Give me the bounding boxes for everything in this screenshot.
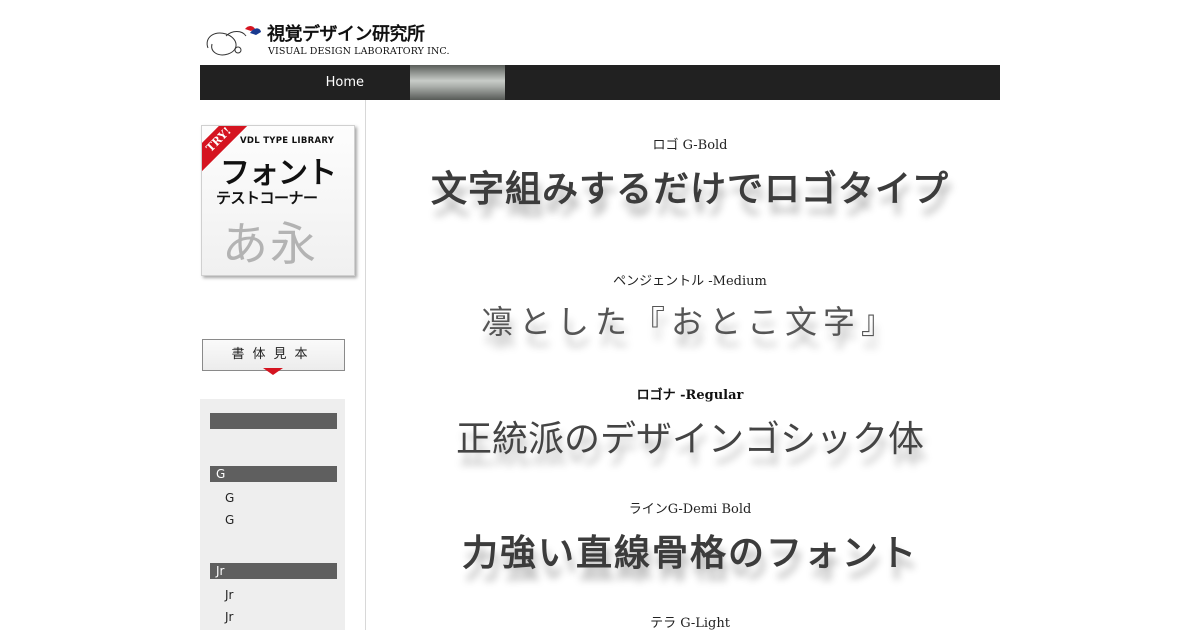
logo-text-jp: 視覚デザイン研究所 xyxy=(267,24,425,45)
font-sample-text[interactable]: 力強い直線骨格のフォント xyxy=(390,524,990,576)
sidebar-font-item[interactable]: G xyxy=(225,491,234,505)
column-divider xyxy=(365,100,366,630)
nav-home-link[interactable]: Home xyxy=(200,65,410,100)
sidebar-font-item[interactable]: Jr xyxy=(225,610,233,624)
main-nav: Home xyxy=(200,65,1000,100)
font-test-banner[interactable]: TRY! VDL TYPE LIBRARY フォント テストコーナー あ永 xyxy=(201,125,355,276)
logo-mark-icon xyxy=(206,26,261,56)
banner-title: フォント xyxy=(220,156,337,191)
page: 視覚デザイン研究所 VISUAL DESIGN LABORATORY INC. … xyxy=(0,0,1200,631)
banner-sample-glyphs: あ永 xyxy=(222,217,318,271)
site-logo[interactable]: 視覚デザイン研究所 VISUAL DESIGN LABORATORY INC. xyxy=(204,18,449,62)
font-name-label: ラインG-Demi Bold xyxy=(628,502,752,517)
dropdown-arrow-icon xyxy=(263,368,283,375)
font-samples-button[interactable]: 書体見本 xyxy=(202,339,345,371)
banner-subtitle: テストコーナー xyxy=(216,189,318,207)
font-sample-text[interactable]: 文字組みするだけでロゴタイプ xyxy=(390,160,990,212)
font-name-label: ペンジェントル -Medium xyxy=(613,274,767,289)
sidebar-group-heading[interactable]: G xyxy=(210,466,337,482)
sidebar-font-item[interactable]: G xyxy=(225,513,234,527)
banner-library-label: VDL TYPE LIBRARY xyxy=(240,136,335,146)
sidebar-group-heading[interactable]: Jr xyxy=(210,563,337,579)
font-name-label: ロゴナ -Regular xyxy=(636,388,744,403)
nav-highlight-tab[interactable] xyxy=(410,65,505,100)
sidebar-font-item[interactable]: Jr xyxy=(225,588,233,602)
sidebar-group-heading[interactable] xyxy=(210,413,337,429)
logo-text-en: VISUAL DESIGN LABORATORY INC. xyxy=(268,46,450,57)
font-sample-text[interactable]: 正統派のデザインゴシック体 xyxy=(390,410,990,462)
font-name-label: テラ G-Light xyxy=(650,616,730,631)
font-sample-text[interactable]: 凛とした『おとこ文字』 xyxy=(390,297,990,343)
font-name-label: ロゴ G-Bold xyxy=(652,138,728,153)
sidebar-font-list: G G G Jr Jr Jr xyxy=(200,399,345,630)
